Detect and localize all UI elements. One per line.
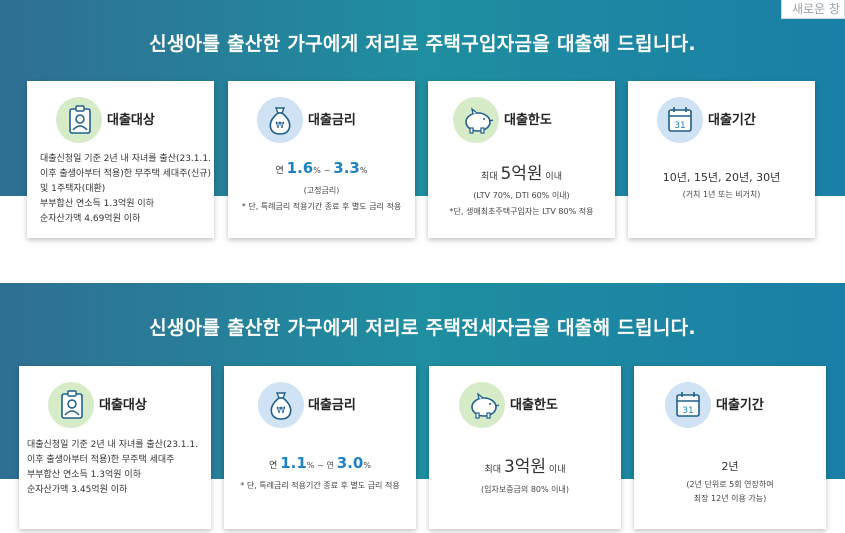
text-line: 대출신청일 기준 2년 내 자녀를 출산(23.1.1. — [27, 440, 198, 450]
card-label: 대출기간 — [716, 398, 764, 413]
calendar-icon: 31 — [657, 97, 703, 143]
piggy-bank-icon — [459, 382, 505, 428]
rate-note: * 단, 특례금리 적용기간 종료 후 별도 금리 적용 — [241, 202, 402, 211]
svg-text:31: 31 — [674, 121, 685, 131]
piggy-bank-icon — [453, 97, 499, 143]
text-line: 이후 출생아부터 적용)한 무주택 세대주 — [27, 455, 175, 465]
text-line: 부부합산 연소득 1.3억원 이하 — [27, 470, 141, 480]
period-note: (2년 단위로 5회 연장하여 — [686, 480, 774, 489]
card-limit: 대출한도 최대 5억원 이내 (LTV 70%, DTI 60% 이내) *단,… — [428, 81, 615, 238]
card-label: 대출금리 — [308, 398, 356, 413]
rate-sep: ~ 연 — [317, 461, 334, 470]
period-main: 2년 — [721, 460, 739, 473]
card-target: 대출대상 대출신청일 기준 2년 내 자녀를 출산(23.1.1. 이후 출생아… — [27, 81, 214, 238]
rate-note: * 단, 특례금리 적용기간 종료 후 별도 금리 적용 — [240, 481, 400, 490]
limit-amount: 3억원 — [503, 457, 547, 477]
text-line: 순자산가액 4.69억원 이하 — [40, 214, 141, 224]
period-note: 최장 12년 이용 가능) — [693, 494, 767, 503]
rate-from: 1.6 — [286, 159, 314, 177]
card-rate: ₩ 대출금리 연 1.6% ~ 3.3% (고정금리) * 단, 특례금리 적용… — [228, 81, 415, 238]
svg-text:₩: ₩ — [277, 406, 286, 416]
limit-suffix: 이내 — [548, 465, 566, 475]
id-card-icon — [48, 382, 94, 428]
calendar-icon: 31 — [665, 382, 711, 428]
rate-unit: % — [313, 166, 321, 175]
card-label: 대출대상 — [99, 398, 147, 413]
svg-text:₩: ₩ — [276, 121, 285, 131]
money-bag-icon: ₩ — [258, 382, 304, 428]
text-line: 대출신청일 기준 2년 내 자녀를 출산(23.1.1. — [40, 154, 211, 164]
card-label: 대출금리 — [308, 113, 356, 128]
text-line: 부부합산 연소득 1.3억원 이하 — [40, 199, 154, 209]
card-label: 대출대상 — [107, 113, 155, 128]
rate-unit: % — [359, 166, 368, 175]
limit-note: (LTV 70%, DTI 60% 이내) — [473, 191, 570, 200]
card-period-2: 31 대출기간 2년 (2년 단위로 5회 연장하여 최장 12년 이용 가능) — [634, 366, 826, 529]
new-window-button[interactable]: 새로운 창 — [781, 0, 845, 19]
text-line: 순자산가액 3.45억원 이하 — [27, 485, 128, 495]
card-rate-2: ₩ 대출금리 연 1.1% ~ 연 3.0% * 단, 특례금리 적용기간 종료… — [224, 366, 416, 529]
card-label: 대출한도 — [504, 113, 552, 128]
limit-note: *단, 생애최초주택구입자는 LTV 80% 적용 — [449, 207, 594, 216]
card-label: 대출기간 — [708, 113, 756, 128]
id-card-icon — [56, 97, 102, 143]
rate-prefix: 연 — [269, 461, 278, 471]
limit-amount: 5억원 — [500, 164, 543, 184]
card-period: 31 대출기간 10년, 15년, 20년, 30년 (거치 1년 또는 비거치… — [628, 81, 815, 238]
money-bag-icon: ₩ — [257, 97, 303, 143]
period-main: 10년, 15년, 20년, 30년 — [662, 171, 781, 184]
text-line: 및 1주택자(대환) — [40, 184, 106, 194]
rate-note: (고정금리) — [303, 186, 340, 195]
limit-suffix: 이내 — [545, 172, 562, 182]
rate-to: 3.0 — [336, 454, 364, 472]
text-line: 이후 출생아부터 적용)한 무주택 세대주(신규) — [40, 169, 212, 179]
rate-sep: ~ — [323, 166, 331, 175]
rate-unit: % — [363, 461, 371, 470]
period-note: (거치 1년 또는 비거치) — [682, 190, 761, 199]
card-label: 대출한도 — [510, 398, 558, 413]
svg-text:31: 31 — [682, 406, 693, 416]
limit-prefix: 최대 — [481, 172, 498, 182]
limit-note: (임차보증금의 80% 이내) — [481, 485, 569, 494]
rate-unit: % — [306, 461, 315, 470]
rate-to: 3.3 — [333, 159, 360, 177]
limit-prefix: 최대 — [484, 465, 502, 475]
rate-prefix: 연 — [275, 166, 284, 176]
card-limit-2: 대출한도 최대 3억원 이내 (임차보증금의 80% 이내) — [429, 366, 621, 529]
section2-title: 신생아를 출산한 가구에게 저리로 주택전세자금을 대출해 드립니다. — [149, 317, 696, 339]
section1-title: 신생아를 출산한 가구에게 저리로 주택구입자금을 대출해 드립니다. — [149, 33, 696, 55]
card-target-2: 대출대상 대출신청일 기준 2년 내 자녀를 출산(23.1.1. 이후 출생아… — [19, 366, 211, 529]
rate-from: 1.1 — [280, 454, 307, 472]
